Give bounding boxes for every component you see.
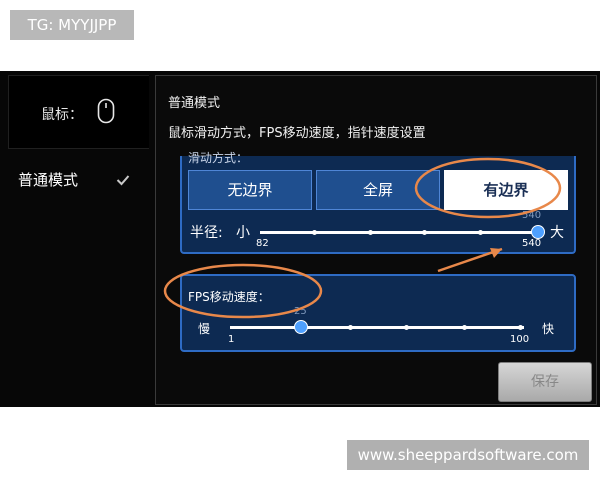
- slide-mode-label: 滑动方式：: [188, 151, 249, 165]
- radius-slider-tick: [422, 230, 427, 235]
- sidebar-item-label: 普通模式: [18, 171, 79, 189]
- boundary-none-button[interactable]: 无边界: [188, 170, 312, 210]
- mouse-label: 鼠标：: [41, 107, 83, 123]
- fps-min-label: 慢: [198, 322, 211, 336]
- boundary-fullscreen-button[interactable]: 全屏: [316, 170, 440, 210]
- mouse-icon: [97, 98, 115, 128]
- radius-label: 半径:: [190, 225, 223, 241]
- fps-min-value: 1: [228, 334, 235, 345]
- fps-speed-box: FPS移动速度： 慢 快 25 1 100: [180, 274, 576, 352]
- fps-current-value: 25: [294, 306, 307, 317]
- sidebar: 鼠标： 普通模式: [0, 71, 152, 407]
- radius-slider-tick: [368, 230, 373, 235]
- watermark-bottom: www.sheeppardsoftware.com: [347, 440, 589, 470]
- radius-slider-thumb[interactable]: [531, 225, 545, 239]
- radius-slider-track[interactable]: [260, 231, 538, 234]
- radius-current-value: 540: [522, 210, 542, 221]
- fps-max-value: 100: [510, 334, 530, 345]
- fps-slider-thumb[interactable]: [293, 320, 308, 334]
- fps-slider-tick: [462, 325, 467, 330]
- sidebar-item-normal-mode[interactable]: 普通模式: [0, 161, 148, 195]
- radius-min-value: 82: [256, 238, 269, 249]
- watermark-top: TG: MYYJJPP: [10, 10, 134, 40]
- radius-slider-tick: [478, 230, 483, 235]
- fps-slider-track[interactable]: [230, 326, 524, 329]
- radius-max-label: 大: [550, 225, 564, 241]
- save-button[interactable]: 保存: [498, 362, 592, 402]
- fps-slider-tick: [518, 325, 523, 330]
- chevron-down-icon[interactable]: [334, 406, 362, 407]
- radius-max-value: 540: [522, 238, 542, 249]
- fps-speed-label: FPS移动速度：: [188, 290, 270, 304]
- check-icon: [116, 171, 130, 190]
- fps-max-label: 快: [542, 322, 555, 336]
- radius-min-label: 小: [236, 225, 250, 241]
- panel-title: 普通模式: [168, 96, 221, 111]
- boundary-bordered-button[interactable]: 有边界: [444, 170, 568, 210]
- radius-slider-tick: [312, 230, 317, 235]
- fps-slider-tick: [404, 325, 409, 330]
- mouse-setting-row[interactable]: 鼠标：: [8, 75, 149, 149]
- panel-subtitle: 鼠标滑动方式，FPS移动速度，指针速度设置: [168, 126, 426, 141]
- fps-slider-tick: [348, 325, 353, 330]
- app-screen: 鼠标： 普通模式 普通模式 鼠标滑动方式，FPS移动速度，指针速度设置 滑动方式…: [0, 71, 600, 407]
- settings-panel: 普通模式 鼠标滑动方式，FPS移动速度，指针速度设置 滑动方式： 无边界 全屏 …: [155, 75, 597, 405]
- slide-mode-box: 滑动方式： 无边界 全屏 有边界 半径: 小 大 540 82 540: [180, 151, 576, 254]
